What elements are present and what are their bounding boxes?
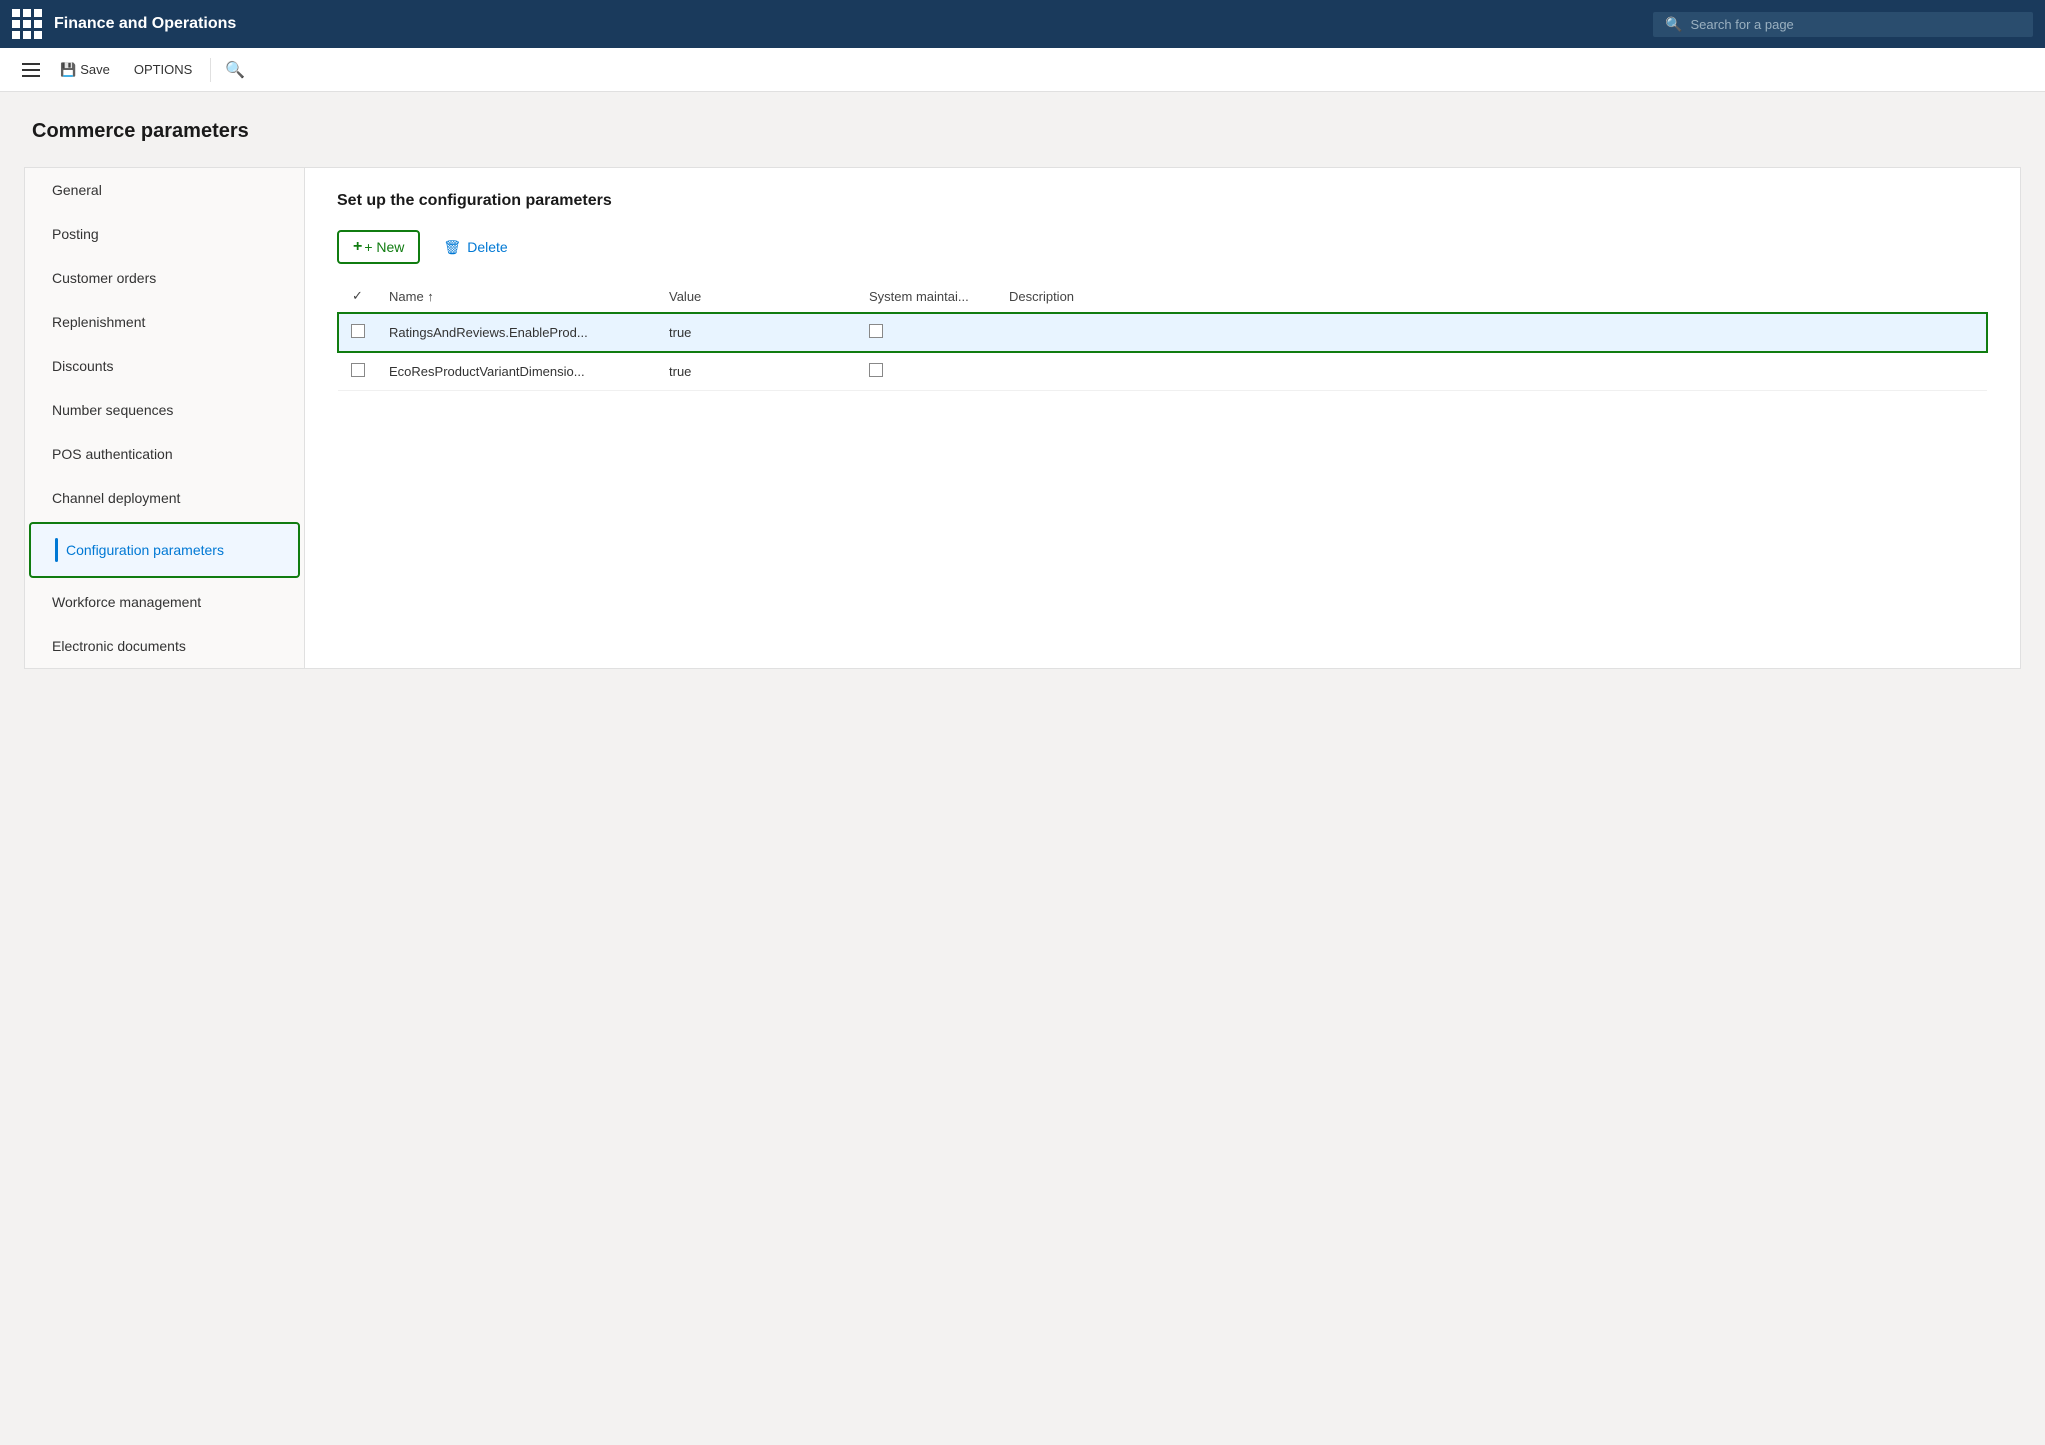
toolbar: 💾 Save OPTIONS 🔍 [0,48,2045,92]
row-checkbox[interactable] [351,363,365,377]
layout-wrapper: Commerce parameters General Posting Cust… [0,92,2045,669]
sidebar-item-customer-orders[interactable]: Customer orders [25,256,304,300]
sidebar-item-configuration-parameters[interactable]: Configuration parameters [29,522,300,578]
top-bar: Finance and Operations 🔍 [0,0,2045,48]
table-row[interactable]: RatingsAndReviews.EnableProd... true [338,313,1987,352]
row-system-cell[interactable] [857,313,997,352]
table-header-row: ✓ Name ↑ Value System maintai... Descrip [338,280,1987,313]
col-header-system[interactable]: System maintai... [857,280,997,313]
row-system-cell[interactable] [857,352,997,391]
row-description-cell [997,352,1987,391]
check-icon: ✓ [352,288,363,303]
row-checkbox[interactable] [351,324,365,338]
toolbar-search-icon[interactable]: 🔍 [219,54,251,86]
save-icon: 💾 [60,62,76,78]
plus-icon: + [353,238,362,256]
config-table: ✓ Name ↑ Value System maintai... Descrip [337,280,1988,391]
col-header-name[interactable]: Name ↑ [377,280,657,313]
sidebar: General Posting Customer orders Replenis… [25,168,305,668]
trash-icon: 🗑 [443,239,461,256]
row-value-cell: true [657,352,857,391]
action-buttons: + + New 🗑 Delete [337,230,1988,264]
active-indicator [55,538,58,562]
sidebar-item-electronic-documents[interactable]: Electronic documents [25,624,304,668]
global-search[interactable]: 🔍 [1653,12,2033,37]
row-description-cell [997,313,1987,352]
page-title: Commerce parameters [32,120,2013,143]
sidebar-item-channel-deployment[interactable]: Channel deployment [25,476,304,520]
app-title: Finance and Operations [54,15,1641,33]
sidebar-item-discounts[interactable]: Discounts [25,344,304,388]
options-button[interactable]: OPTIONS [124,56,203,83]
row-check-cell[interactable] [338,313,377,352]
col-header-description[interactable]: Description [997,280,1987,313]
row-name-cell: EcoResProductVariantDimensio... [377,352,657,391]
sidebar-item-general[interactable]: General [25,168,304,212]
row-name-cell: RatingsAndReviews.EnableProd... [377,313,657,352]
row-value-cell: true [657,313,857,352]
col-header-value[interactable]: Value [657,280,857,313]
section-title: Set up the configuration parameters [337,192,1988,210]
table-row[interactable]: EcoResProductVariantDimensio... true [338,352,1987,391]
hamburger-button[interactable] [16,57,46,83]
save-button[interactable]: 💾 Save [50,56,120,84]
sidebar-item-workforce-management[interactable]: Workforce management [25,580,304,624]
sidebar-item-number-sequences[interactable]: Number sequences [25,388,304,432]
search-input[interactable] [1690,17,2021,32]
sidebar-item-pos-authentication[interactable]: POS authentication [25,432,304,476]
sidebar-item-posting[interactable]: Posting [25,212,304,256]
system-checkbox[interactable] [869,363,883,377]
system-checkbox[interactable] [869,324,883,338]
app-grid-button[interactable] [12,9,42,39]
main-panel: General Posting Customer orders Replenis… [24,167,2021,669]
delete-button[interactable]: 🗑 Delete [428,230,522,264]
content-panel: Set up the configuration parameters + + … [305,168,2020,668]
search-icon: 🔍 [1665,16,1682,33]
sidebar-item-replenishment[interactable]: Replenishment [25,300,304,344]
new-button[interactable]: + + New [337,230,420,264]
toolbar-divider [210,58,211,82]
row-check-cell[interactable] [338,352,377,391]
col-header-check: ✓ [338,280,377,313]
